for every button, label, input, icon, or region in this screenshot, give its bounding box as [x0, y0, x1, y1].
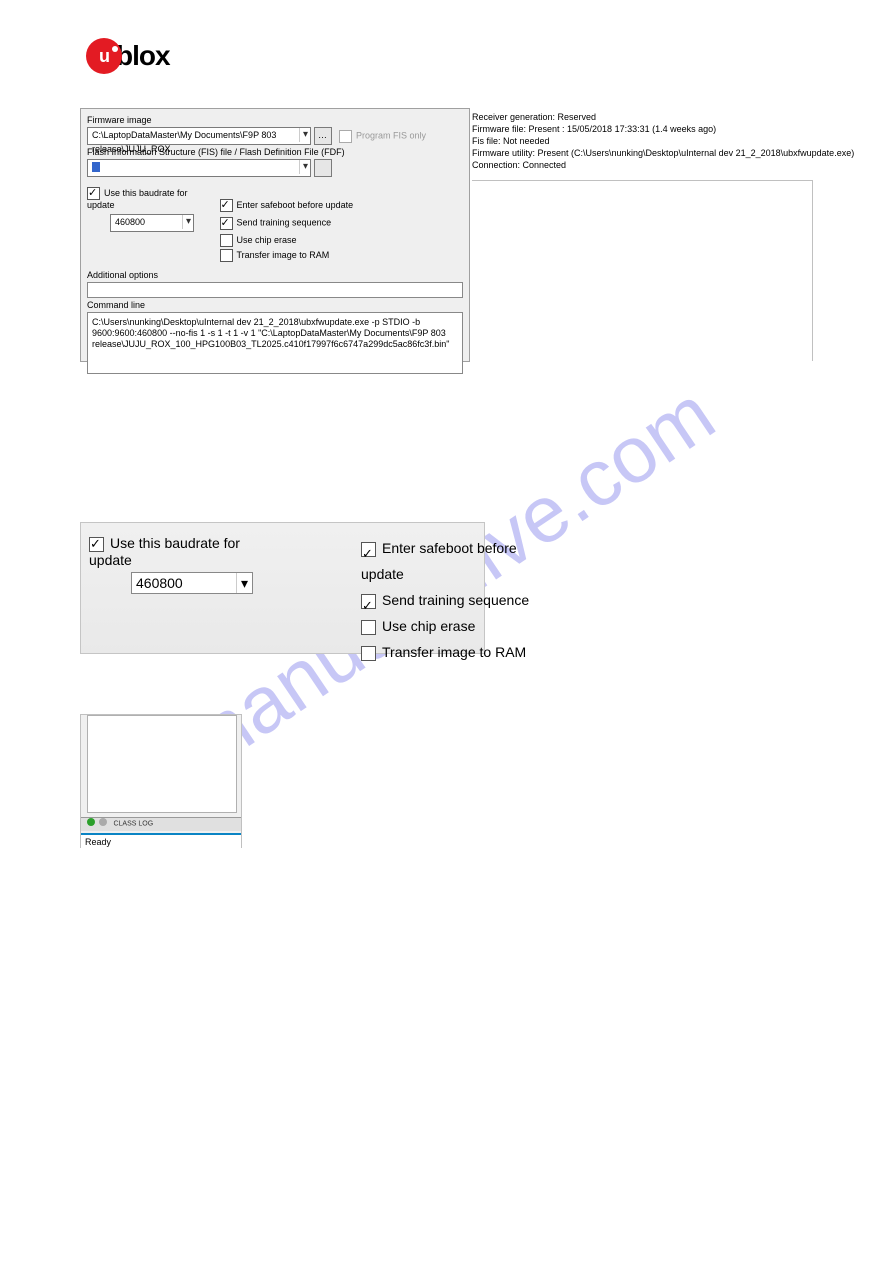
- footer-panel: CLASS LOG Ready: [80, 714, 242, 848]
- command-line-label: Command line: [87, 300, 463, 310]
- list-area: [87, 715, 237, 813]
- safeboot-checkbox-large[interactable]: [361, 542, 376, 557]
- chip-erase-label: Use chip erase: [237, 235, 297, 245]
- transfer-ram-checkbox-large[interactable]: [361, 646, 376, 661]
- firmware-file-status: Firmware file: Present : 15/05/2018 17:3…: [472, 124, 812, 134]
- training-checkbox[interactable]: [220, 217, 233, 230]
- class-log-label: CLASS LOG: [113, 820, 153, 827]
- firmware-utility-status: Firmware utility: Present (C:\Users\nunk…: [472, 148, 812, 158]
- baudrate-dropdown-large[interactable]: 460800: [131, 572, 253, 594]
- connection-status: Connection: Connected: [472, 160, 812, 170]
- status-green-icon: [87, 818, 95, 826]
- training-checkbox-large[interactable]: [361, 594, 376, 609]
- baudrate-label-large: Use this baudrate for update: [89, 535, 240, 568]
- training-label-large: Send training sequence: [382, 592, 529, 608]
- firmware-image-label: Firmware image: [87, 115, 463, 125]
- fis-file-status: Fis file: Not needed: [472, 136, 812, 146]
- baudrate-label: Use this baudrate for update: [87, 188, 188, 210]
- browse-button[interactable]: …: [314, 127, 332, 145]
- transfer-ram-checkbox[interactable]: [220, 249, 233, 262]
- safeboot-checkbox[interactable]: [220, 199, 233, 212]
- transfer-ram-label-large: Transfer image to RAM: [382, 644, 526, 660]
- options-detail-panel: Use this baudrate for update 460800 Ente…: [80, 522, 485, 654]
- chip-erase-checkbox[interactable]: [220, 234, 233, 247]
- safeboot-label-large: Enter safeboot before update: [361, 540, 517, 582]
- baudrate-dropdown[interactable]: 460800: [110, 214, 194, 232]
- additional-options-input[interactable]: [87, 282, 463, 298]
- program-fis-checkbox: [339, 130, 352, 143]
- receiver-generation: Receiver generation: Reserved: [472, 112, 812, 122]
- firmware-panel: Firmware image C:\LaptopDataMaster\My Do…: [80, 108, 470, 362]
- program-fis-label: Program FIS only: [356, 130, 426, 140]
- ready-status: Ready: [81, 833, 241, 849]
- transfer-ram-label: Transfer image to RAM: [237, 250, 330, 260]
- status-panel: Receiver generation: Reserved Firmware f…: [472, 110, 812, 176]
- fis-file-dropdown[interactable]: [87, 159, 311, 177]
- ublox-logo: ublox: [86, 38, 170, 74]
- training-label: Send training sequence: [237, 218, 332, 228]
- firmware-path-dropdown[interactable]: C:\LaptopDataMaster\My Documents\F9P 803…: [87, 127, 311, 145]
- baudrate-checkbox-large[interactable]: [89, 537, 104, 552]
- chip-erase-label-large: Use chip erase: [382, 618, 475, 634]
- additional-options-label: Additional options: [87, 270, 463, 280]
- log-area: [472, 180, 813, 361]
- fis-browse-button[interactable]: [314, 159, 332, 177]
- command-line-text: C:\Users\nunking\Desktop\uInternal dev 2…: [87, 312, 463, 374]
- safeboot-label: Enter safeboot before update: [237, 200, 354, 210]
- chip-erase-checkbox-large[interactable]: [361, 620, 376, 635]
- logo-mark: u: [86, 38, 122, 74]
- status-grey-icon: [99, 818, 107, 826]
- status-bar-icons: CLASS LOG: [81, 817, 241, 831]
- baudrate-checkbox[interactable]: [87, 187, 100, 200]
